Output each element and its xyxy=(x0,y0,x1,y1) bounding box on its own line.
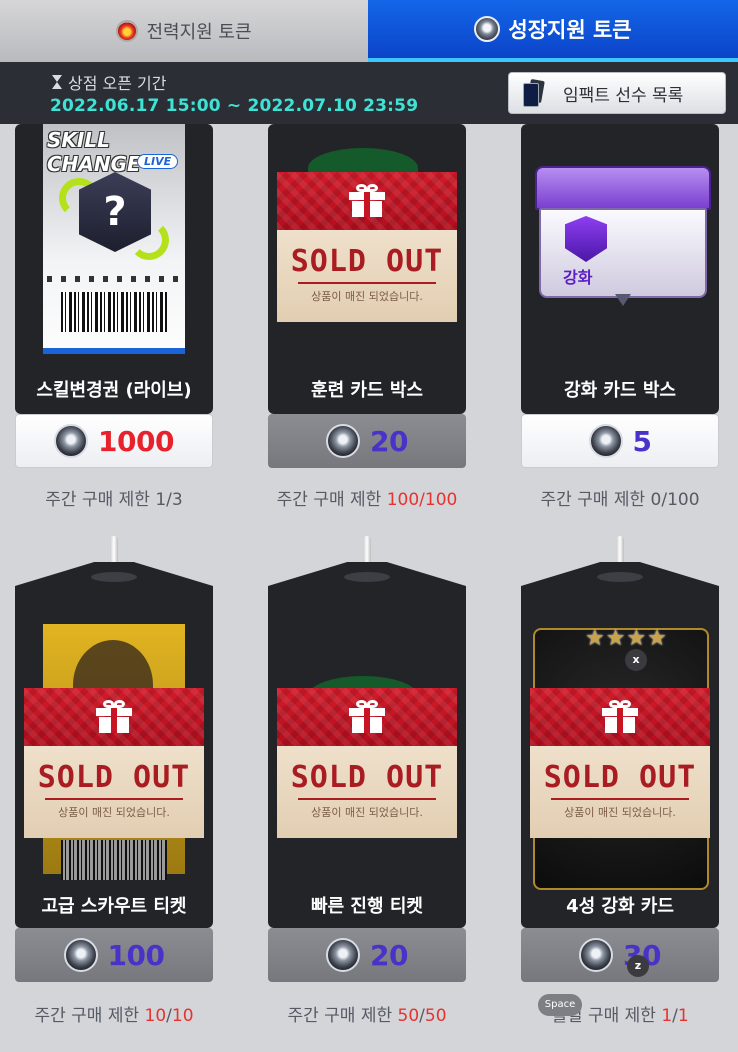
key-hint-space: Space xyxy=(538,994,582,1016)
sold-out-title: SOLD OUT xyxy=(37,760,191,795)
buy-button[interactable]: 1000 xyxy=(15,414,213,468)
tab-label: 성장지원 토큰 xyxy=(508,18,632,42)
item-price: 20 xyxy=(370,424,408,458)
sold-out-overlay: SOLD OUT 상품이 매진 되었습니다. xyxy=(24,688,204,838)
cards-icon xyxy=(523,80,545,107)
growth-token-icon xyxy=(326,938,361,972)
buy-button[interactable]: 20 xyxy=(268,414,466,468)
sold-out-overlay: SOLD OUT 상품이 매진 되었습니다. xyxy=(530,688,710,838)
sold-out-title: SOLD OUT xyxy=(290,244,444,279)
shop-period-value: 2022.06.17 15:00 ~ 2022.07.10 23:59 xyxy=(50,96,419,116)
sold-out-overlay: SOLD OUT 상품이 매진 되었습니다. xyxy=(277,172,457,322)
item-card: SOLD OUT 상품이 매진 되었습니다. 훈련 카드 박스 xyxy=(268,124,466,414)
tab-power-support-token[interactable]: 전력지원 토큰 xyxy=(0,0,368,62)
item-name: 강화 카드 박스 xyxy=(564,380,676,401)
gift-icon xyxy=(349,700,385,733)
purchase-limit: 주간 구매 제한 1/3 xyxy=(45,490,183,510)
shop-item-fast-progress-ticket[interactable]: SOLD OUT 상품이 매진 되었습니다. 빠른 진행 티켓 20 주간 구매… xyxy=(268,536,466,1036)
tab-label: 전력지원 토큰 xyxy=(146,22,252,43)
ticket-perforation xyxy=(47,276,181,282)
token-tabs: 전력지원 토큰 성장지원 토큰 xyxy=(0,0,738,62)
purchase-limit: 주간 구매 제한 100/100 xyxy=(276,490,458,510)
growth-token-icon xyxy=(474,16,501,42)
buy-button[interactable]: 30 xyxy=(521,928,719,982)
live-badge: LIVE xyxy=(137,154,179,169)
purchase-limit: 주간 구매 제한 0/100 xyxy=(540,490,700,510)
sold-out-subtitle: 상품이 매진 되었습니다. xyxy=(58,806,170,819)
impact-button-label: 임팩트 선수 목록 xyxy=(563,85,684,106)
gift-icon xyxy=(349,184,385,217)
item-name: 훈련 카드 박스 xyxy=(311,380,423,401)
item-card: SKILL CHANGE LIVE ? 스킬변경권 (라이브) xyxy=(15,124,213,414)
fire-token-icon xyxy=(116,20,139,42)
sold-out-title: SOLD OUT xyxy=(543,760,697,795)
growth-token-icon xyxy=(579,938,614,972)
shop-item-training-card-box[interactable]: SOLD OUT 상품이 매진 되었습니다. 훈련 카드 박스 20 주간 구매… xyxy=(268,124,466,510)
skill-change-ticket-image: SKILL CHANGE LIVE ? xyxy=(43,124,185,354)
item-card: ★★★★ SOLD OUT 상품이 매진 되었습니다. 4성 강화 카드 xyxy=(521,620,719,928)
reinforce-box-image: 강화 xyxy=(535,154,711,306)
item-price: 100 xyxy=(107,938,165,972)
buy-button[interactable]: 20 xyxy=(268,928,466,982)
sold-out-overlay: SOLD OUT 상품이 매진 되었습니다. xyxy=(277,688,457,838)
buy-button[interactable]: 100 xyxy=(15,928,213,982)
purchase-limit: 주간 구매 제한 50/50 xyxy=(287,1006,447,1026)
key-hint-z: z xyxy=(627,955,649,977)
sold-out-subtitle: 상품이 매진 되었습니다. xyxy=(311,290,423,303)
sold-out-title: SOLD OUT xyxy=(290,760,444,795)
growth-token-icon xyxy=(588,424,623,458)
growth-token-icon xyxy=(326,424,361,458)
purchase-limit: 월별 구매 제한 1/1 xyxy=(551,1006,689,1026)
shop-item-4star-reinforce-card[interactable]: ★★★★ SOLD OUT 상품이 매진 되었습니다. 4성 강화 카드 30 … xyxy=(521,536,719,1036)
hourglass-icon xyxy=(52,75,62,89)
key-hint-x: x xyxy=(625,649,647,671)
item-card: 강화 강화 카드 박스 xyxy=(521,124,719,414)
item-price: 20 xyxy=(370,938,408,972)
item-name: 스킬변경권 (라이브) xyxy=(36,380,192,401)
item-card: SOLD OUT 상품이 매진 되었습니다. 고급 스카우트 티켓 xyxy=(15,620,213,928)
growth-token-icon xyxy=(54,424,89,458)
buy-button[interactable]: 5 xyxy=(521,414,719,468)
four-star-rating: ★★★★ xyxy=(585,626,668,651)
impact-player-list-button[interactable]: 임팩트 선수 목록 xyxy=(508,72,726,114)
item-name: 고급 스카우트 티켓 xyxy=(41,896,187,917)
growth-token-icon xyxy=(63,938,98,972)
item-card: SOLD OUT 상품이 매진 되었습니다. 빠른 진행 티켓 xyxy=(268,620,466,928)
barcode xyxy=(61,292,167,332)
shop-item-advanced-scout-ticket[interactable]: SOLD OUT 상품이 매진 되었습니다. 고급 스카우트 티켓 100 주간… xyxy=(15,536,213,1036)
item-name: 4성 강화 카드 xyxy=(566,896,674,917)
purchase-limit: 주간 구매 제한 10/10 xyxy=(34,1006,194,1026)
sold-out-subtitle: 상품이 매진 되었습니다. xyxy=(564,806,676,819)
gift-icon xyxy=(602,700,638,733)
shop-item-skill-change[interactable]: SKILL CHANGE LIVE ? 스킬변경권 (라이브) 1000 주간 … xyxy=(15,124,213,510)
shop-period-label: 상점 오픈 기간 xyxy=(52,70,167,94)
item-name: 빠른 진행 티켓 xyxy=(311,896,423,917)
sold-out-subtitle: 상품이 매진 되었습니다. xyxy=(311,806,423,819)
tab-growth-support-token[interactable]: 성장지원 토큰 xyxy=(368,0,738,62)
reinforce-label: 강화 xyxy=(563,268,593,287)
item-price: 1000 xyxy=(98,424,174,458)
gift-icon xyxy=(96,700,132,733)
ticket-stripe xyxy=(43,348,185,354)
item-price: 5 xyxy=(632,424,652,458)
shop-item-reinforce-card-box[interactable]: 강화 강화 카드 박스 5 주간 구매 제한 0/100 xyxy=(521,124,719,510)
